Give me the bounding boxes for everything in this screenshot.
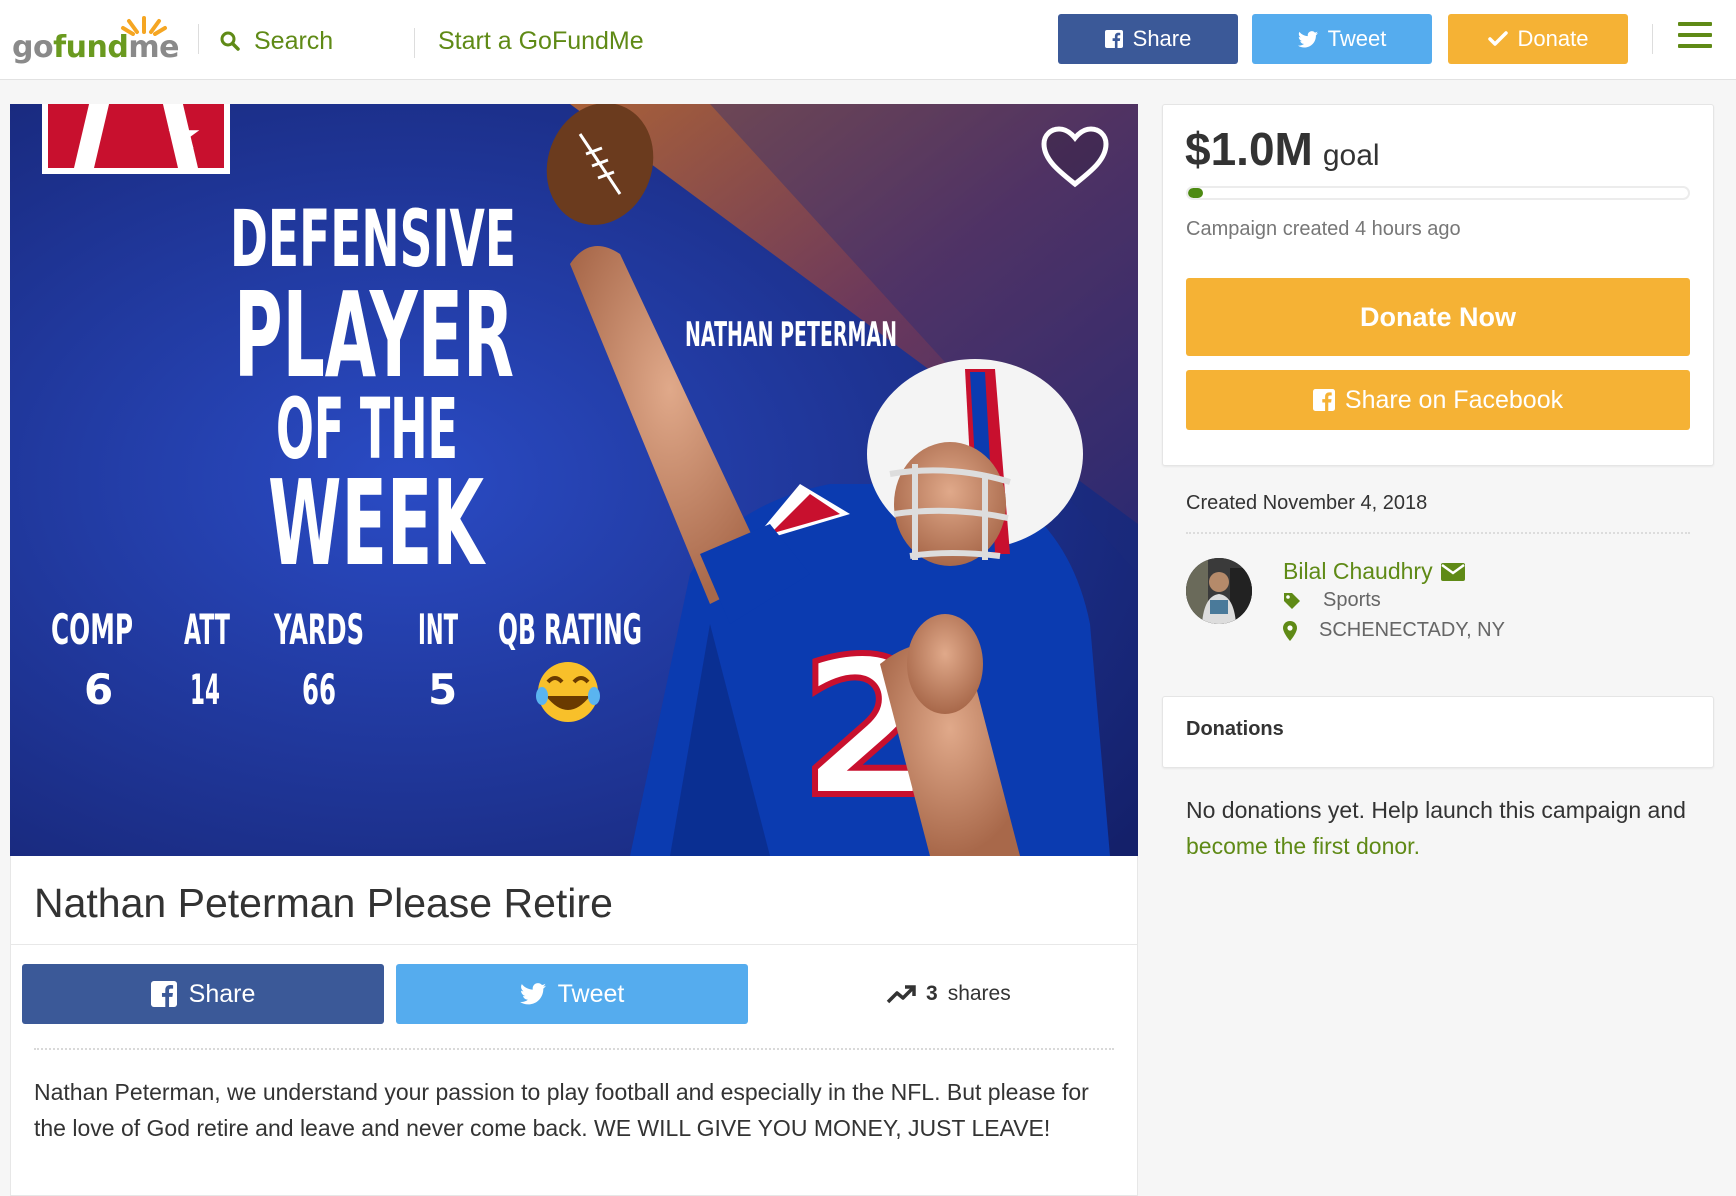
facebook-icon: [1104, 30, 1123, 48]
favorite-heart-icon[interactable]: [1040, 126, 1110, 188]
divider: [10, 944, 1138, 945]
organizer-category: Sports: [1283, 589, 1381, 612]
share-facebook-button[interactable]: Share: [22, 964, 384, 1024]
hero-player-name: NATHAN PETERMAN: [685, 315, 897, 355]
tweet-button[interactable]: Tweet: [396, 964, 748, 1024]
no-donations-message: No donations yet. Help launch this campa…: [1186, 792, 1706, 864]
afc-logo: ★: [42, 104, 230, 174]
start-gofundme-link[interactable]: Start a GoFundMe: [438, 24, 644, 58]
header-share-button[interactable]: Share: [1058, 14, 1238, 64]
hero-headline-line4: WEEK: [268, 454, 487, 592]
goal-amount: $1.0M: [1185, 123, 1313, 175]
stat-label: QB RATING: [498, 605, 642, 654]
start-label: Start a GoFundMe: [438, 26, 644, 55]
tweet-label: Tweet: [557, 979, 625, 1008]
progress-bar: [1186, 186, 1690, 200]
check-icon: [1487, 31, 1508, 46]
donations-title: Donations: [1186, 718, 1284, 740]
stat-label: YARDS: [273, 605, 364, 654]
organizer-location: SCHENECTADY, NY: [1283, 619, 1505, 642]
facebook-icon: [1312, 389, 1335, 411]
hamburger-menu-icon[interactable]: [1678, 22, 1712, 52]
tag-icon: [1284, 592, 1300, 609]
campaign-hero-image: ★ 2 DEFENSIVE PLAYER OF THE WEEK NATHAN …: [10, 104, 1138, 856]
shares-counter: 3 shares: [886, 974, 1011, 1014]
header-divider: [414, 28, 415, 58]
header-donate-label: Donate: [1517, 26, 1589, 51]
hero-illustration: ★ 2 DEFENSIVE PLAYER OF THE WEEK NATHAN …: [10, 104, 1138, 856]
campaign-title: Nathan Peterman Please Retire: [34, 880, 613, 926]
header-tweet-button[interactable]: Tweet: [1252, 14, 1432, 64]
created-date: Created November 4, 2018: [1186, 492, 1428, 514]
divider: [34, 1048, 1114, 1050]
stat-label: INT: [418, 605, 458, 654]
first-donor-link[interactable]: become the first donor.: [1186, 833, 1420, 859]
no-donations-text: No donations yet. Help launch this campa…: [1186, 797, 1686, 823]
svg-text:★: ★: [166, 112, 202, 158]
top-header: gofundme Search Start a GoFundMe Share T…: [0, 0, 1736, 80]
campaign-story: Nathan Peterman, we understand your pass…: [34, 1079, 1089, 1141]
share-on-facebook-button[interactable]: Share on Facebook: [1186, 370, 1690, 430]
shares-label: shares: [947, 982, 1011, 1005]
share-on-facebook-label: Share on Facebook: [1344, 385, 1564, 414]
stat-label: COMP: [51, 605, 133, 654]
search-link[interactable]: Search: [220, 24, 333, 58]
goal-label: goal: [1322, 139, 1380, 172]
twitter-icon: [1297, 30, 1318, 47]
stat-value: 6: [84, 665, 113, 714]
shares-count: 3: [926, 982, 938, 1005]
organizer-name-link[interactable]: Bilal Chaudhry: [1283, 558, 1465, 585]
goal-display: $1.0M goal: [1185, 122, 1380, 176]
map-pin-icon: [1283, 620, 1297, 641]
header-divider: [1652, 24, 1653, 54]
header-tweet-label: Tweet: [1327, 26, 1387, 51]
search-label: Search: [254, 26, 334, 55]
avatar-image: [1186, 558, 1252, 624]
gofundme-logo[interactable]: gofundme: [12, 14, 179, 65]
campaign-created-ago: Campaign created 4 hours ago: [1186, 218, 1461, 240]
stat-value: 66: [302, 665, 336, 714]
search-icon: [220, 31, 240, 51]
trending-up-icon: [886, 985, 916, 1004]
location-label: SCHENECTADY, NY: [1319, 619, 1505, 641]
header-donate-button[interactable]: Donate: [1448, 14, 1628, 64]
stat-value: 14: [190, 665, 220, 714]
share-label: Share: [188, 979, 256, 1008]
progress-fill: [1188, 188, 1203, 198]
header-divider: [198, 24, 199, 54]
stat-label: ATT: [184, 605, 230, 654]
stat-value: 5: [428, 665, 457, 714]
divider: [1186, 532, 1690, 534]
envelope-icon[interactable]: [1440, 562, 1465, 581]
category-label: Sports: [1323, 589, 1381, 611]
organizer-avatar[interactable]: [1186, 558, 1252, 624]
facebook-icon: [150, 981, 177, 1007]
donate-now-button[interactable]: Donate Now: [1186, 278, 1690, 356]
organizer-name: Bilal Chaudhry: [1283, 558, 1433, 584]
header-share-label: Share: [1132, 26, 1192, 51]
twitter-icon: [519, 983, 546, 1005]
logo-wordmark: gofundme: [12, 30, 179, 65]
